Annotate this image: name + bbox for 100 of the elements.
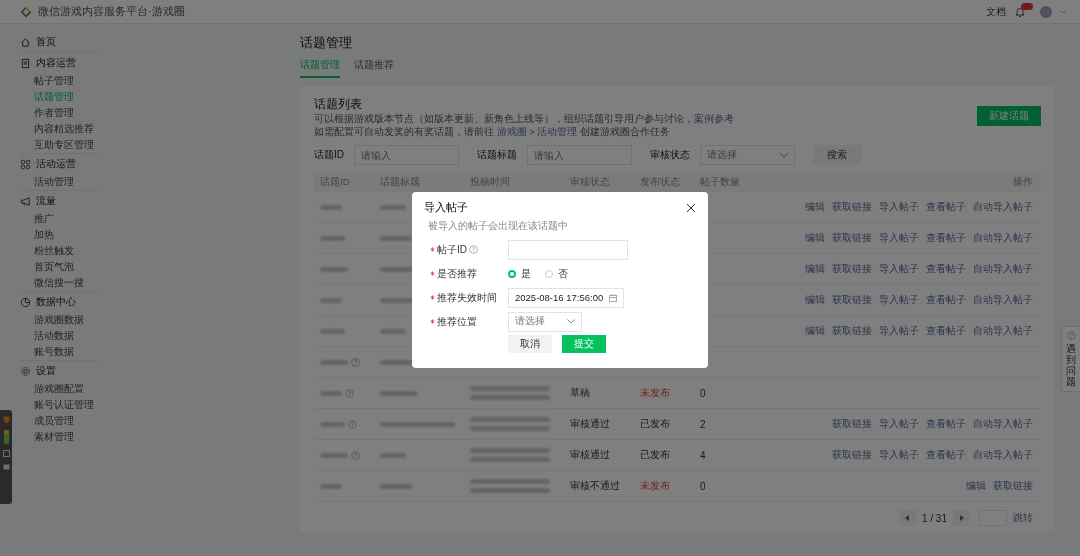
action-link[interactable]: 获取链接: [993, 479, 1033, 493]
new-topic-button[interactable]: 新建话题: [977, 106, 1041, 126]
action-link[interactable]: 自动导入帖子: [973, 262, 1033, 276]
select-field[interactable]: 请选择: [508, 311, 582, 332]
action-link[interactable]: 导入帖子: [879, 262, 919, 276]
input-field[interactable]: 请输入: [527, 145, 632, 165]
action-link[interactable]: 自动导入帖子: [973, 324, 1033, 338]
previous-page-button[interactable]: [899, 510, 916, 526]
sidebar-item[interactable]: 帖子管理: [20, 73, 100, 89]
sidebar-group[interactable]: 内容运营: [36, 56, 76, 70]
tab[interactable]: 话题管理: [300, 58, 340, 78]
docs-link[interactable]: 文档: [986, 4, 1006, 19]
sidebar-item[interactable]: 首页气泡: [20, 259, 100, 275]
action-link[interactable]: 查看帖子: [926, 448, 966, 462]
action-link[interactable]: 导入帖子: [879, 293, 919, 307]
action-link[interactable]: 查看帖子: [926, 262, 966, 276]
action-link[interactable]: 自动导入帖子: [973, 293, 1033, 307]
action-link[interactable]: 自动导入帖子: [973, 200, 1033, 214]
action-link[interactable]: 获取链接: [832, 231, 872, 245]
table-cell: 草稿: [570, 386, 590, 400]
action-link[interactable]: 编辑: [805, 262, 825, 276]
cancel-button[interactable]: 取消: [508, 335, 552, 353]
avatar[interactable]: [1040, 5, 1052, 18]
action-link[interactable]: 编辑: [966, 479, 986, 493]
sidebar-item[interactable]: 成员管理: [20, 413, 100, 429]
sidebar-item[interactable]: 活动管理: [20, 174, 100, 190]
folder-icon[interactable]: [2, 463, 10, 470]
grid-icon: [20, 158, 31, 170]
action-link[interactable]: 编辑: [805, 324, 825, 338]
sidebar-group[interactable]: 设置: [36, 364, 56, 378]
help-icon[interactable]: [345, 388, 354, 398]
sidebar-item[interactable]: 互助专区管理: [20, 137, 100, 153]
action-link[interactable]: 导入帖子: [879, 417, 919, 431]
radio-label[interactable]: 是: [521, 266, 531, 281]
caret-icon[interactable]: [1060, 9, 1066, 14]
action-link[interactable]: 查看帖子: [926, 417, 966, 431]
sidebar-item[interactable]: 活动数据: [20, 328, 100, 344]
action-link[interactable]: 导入帖子: [879, 200, 919, 214]
sidebar-item[interactable]: 账号数据: [20, 344, 100, 360]
action-link[interactable]: 获取链接: [832, 200, 872, 214]
post-id-field[interactable]: [508, 239, 628, 260]
sidebar-group[interactable]: 流量: [36, 194, 56, 208]
action-link[interactable]: 自动导入帖子: [973, 417, 1033, 431]
action-link[interactable]: 查看帖子: [926, 293, 966, 307]
sidebar-group[interactable]: 活动运营: [36, 157, 76, 171]
search-button[interactable]: 搜索: [813, 145, 861, 165]
action-link[interactable]: 获取链接: [832, 293, 872, 307]
radio-label[interactable]: 否: [558, 266, 568, 281]
sidebar-item[interactable]: 作者管理: [20, 105, 100, 121]
next-page-button[interactable]: [953, 510, 969, 526]
action-link[interactable]: 查看帖子: [926, 324, 966, 338]
action-link[interactable]: 获取链接: [832, 262, 872, 276]
action-link[interactable]: 获取链接: [832, 417, 872, 431]
sidebar-item[interactable]: 话题管理: [20, 89, 100, 105]
action-link[interactable]: 自动导入帖子: [973, 231, 1033, 245]
calendar-icon[interactable]: [609, 293, 618, 302]
sidebar-item[interactable]: 推广: [20, 211, 100, 227]
select-field[interactable]: 请选择: [700, 145, 795, 165]
link[interactable]: 游戏圈 > 活动管理: [496, 126, 578, 137]
sidebar-group[interactable]: 首页: [36, 35, 56, 49]
triangle-right-icon: [958, 515, 964, 521]
sidebar-item[interactable]: 账号认证管理: [20, 397, 100, 413]
sidebar-item[interactable]: 素材管理: [20, 429, 100, 445]
action-link[interactable]: 查看帖子: [926, 200, 966, 214]
image-icon[interactable]: [2, 450, 10, 457]
action-link[interactable]: 获取链接: [832, 324, 872, 338]
help-icon[interactable]: [351, 357, 360, 367]
action-link[interactable]: 查看帖子: [926, 231, 966, 245]
help-tab[interactable]: 遇到问题: [1061, 326, 1080, 392]
radio-button[interactable]: [508, 269, 516, 278]
jump-link[interactable]: 跳转: [1013, 511, 1033, 525]
submit-button[interactable]: 提交: [562, 335, 606, 353]
action-link[interactable]: 获取链接: [832, 448, 872, 462]
tab[interactable]: 话题推荐: [354, 58, 394, 78]
link[interactable]: 案例参考: [694, 113, 734, 124]
shield-icon[interactable]: [2, 416, 10, 424]
action-link[interactable]: 导入帖子: [879, 231, 919, 245]
sidebar-item[interactable]: 内容精选推荐: [20, 121, 100, 137]
logo-icon: [20, 5, 32, 18]
input-field[interactable]: 请输入: [354, 145, 459, 165]
help-icon[interactable]: [351, 450, 360, 460]
help-icon[interactable]: [469, 245, 478, 254]
help-icon[interactable]: [348, 419, 357, 429]
action-link[interactable]: 编辑: [805, 200, 825, 214]
action-link[interactable]: 编辑: [805, 293, 825, 307]
action-link[interactable]: 导入帖子: [879, 324, 919, 338]
close-icon[interactable]: [686, 203, 696, 213]
action-link[interactable]: 编辑: [805, 231, 825, 245]
blurred-text: [320, 359, 348, 365]
sidebar-item[interactable]: 游戏圈配置: [20, 381, 100, 397]
help-icon[interactable]: [1066, 331, 1076, 340]
bell-icon[interactable]: [1014, 5, 1026, 18]
action-link[interactable]: 导入帖子: [879, 448, 919, 462]
date-field[interactable]: 2025-08-16 17:56:00: [508, 287, 625, 308]
sidebar-item[interactable]: 游戏圈数据: [20, 312, 100, 328]
sidebar-item[interactable]: 粉丝触发: [20, 243, 100, 259]
action-link[interactable]: 自动导入帖子: [973, 448, 1033, 462]
sidebar-group[interactable]: 数据中心: [36, 295, 76, 309]
home-icon: [20, 36, 31, 48]
sidebar-item[interactable]: 加热: [20, 227, 100, 243]
